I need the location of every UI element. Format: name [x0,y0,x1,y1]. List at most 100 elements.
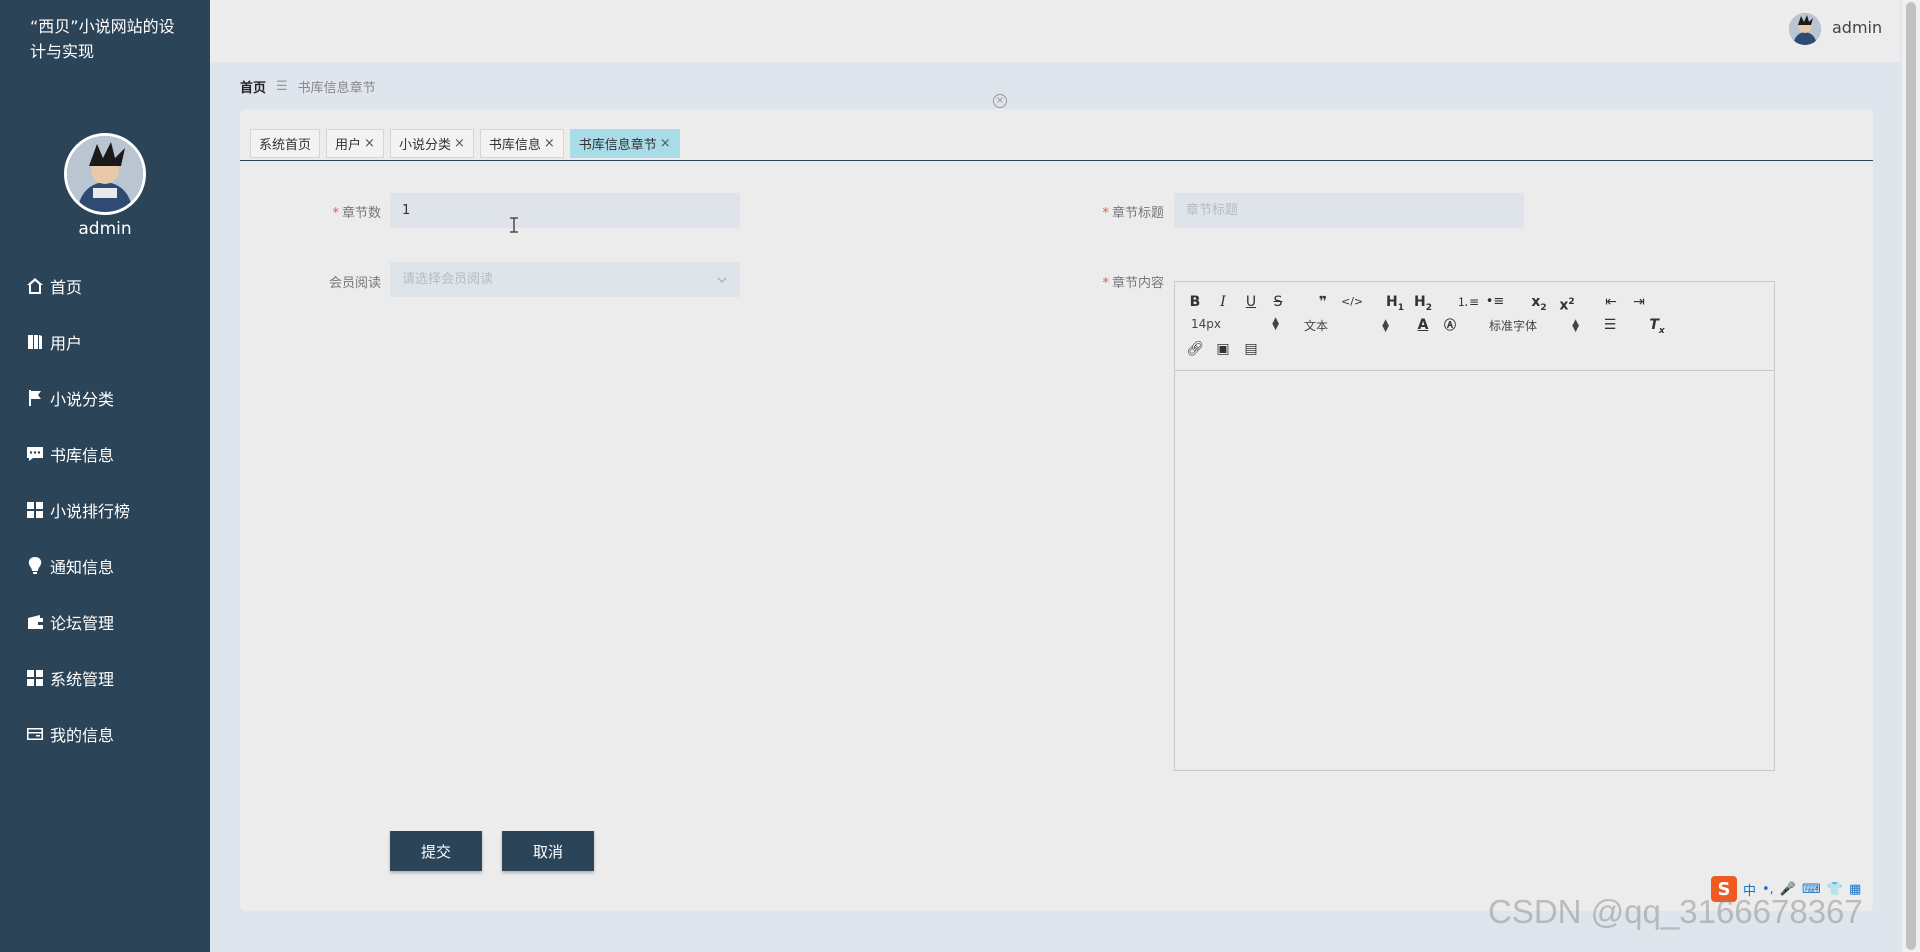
sidebar-item-label: 我的信息 [50,726,115,745]
strike-icon[interactable]: S [1268,293,1288,311]
code-icon[interactable]: </> [1341,293,1363,311]
member-read-select[interactable]: 请选择会员阅读 [390,262,740,297]
tab-label: 书库信息 [488,138,541,153]
chevron-down-icon[interactable] [716,274,728,286]
flag-icon [24,387,46,409]
sidebar-item-ranking[interactable]: 小说排行榜 [0,482,210,538]
quote-icon[interactable]: ❞ [1313,293,1333,311]
tab-library-chapters[interactable]: 书库信息章节 × [569,129,680,158]
sidebar: “西贝”小说网站的设计与实现 admin 首页 用户 小说分类 书库信息 小说排… [0,0,210,952]
close-icon[interactable]: × [364,136,375,151]
updown-icon: ▲ ▼ [1572,317,1579,334]
breadcrumb-home[interactable]: 首页 [240,77,266,96]
grid-icon [24,499,46,521]
required-mark: * [332,206,339,221]
sidebar-item-profile[interactable]: 我的信息 [0,706,210,762]
sidebar-item-label: 用户 [50,334,83,353]
chapter-title-input[interactable]: 章节标题 [1174,193,1524,228]
page-scrollbar[interactable] [1902,0,1920,952]
tab-bar: 系统首页 用户 × 小说分类 × 书库信息 × 书库信息章节 × [250,129,680,159]
book-icon [24,331,46,353]
header-select[interactable]: 文本 ▲ ▼ [1304,317,1389,334]
card-icon [24,723,46,745]
close-icon[interactable]: × [544,136,555,151]
sidebar-item-system[interactable]: 系统管理 [0,650,210,706]
bold-icon[interactable]: B [1185,293,1205,311]
updown-icon: ▲ ▼ [1382,317,1389,334]
font-size-select[interactable]: 14px ▲ ▼ [1191,317,1279,332]
sidebar-item-label: 首页 [50,278,83,297]
image-icon[interactable]: ▣ [1213,340,1233,358]
sidebar-item-categories[interactable]: 小说分类 [0,370,210,426]
chat-icon [24,443,46,465]
tab-label: 系统首页 [259,138,312,153]
clear-format-icon[interactable]: Tx [1647,316,1667,340]
video-icon[interactable]: ▤ [1241,340,1261,358]
tab-users[interactable]: 用户 × [326,129,384,158]
h2-icon[interactable]: H2 [1413,293,1433,317]
watermark: CSDN @qq_3166678367 [1488,893,1863,930]
close-icon[interactable]: × [660,136,671,151]
required-mark: * [1102,206,1109,221]
member-read-label: 会员阅读 [328,276,381,291]
sidebar-username: admin [78,219,132,239]
tab-system-home[interactable]: 系统首页 [250,129,321,158]
subscript-icon[interactable]: x2 [1529,293,1549,317]
close-icon[interactable]: × [454,136,465,151]
bulb-icon [24,555,46,577]
sidebar-avatar[interactable] [64,133,146,215]
top-username[interactable]: admin [1832,18,1882,37]
editor-content-area[interactable] [1175,371,1774,770]
wallet-icon [24,611,46,633]
tab-label: 书库信息章节 [578,138,657,153]
top-bar: admin [210,0,1900,62]
sidebar-item-label: 论坛管理 [50,614,115,633]
link-icon[interactable]: 🔗︎ [1185,340,1205,358]
chapter-num-input[interactable]: 1 [390,193,740,228]
tab-library[interactable]: 书库信息 × [479,129,564,158]
grid-icon [24,667,46,689]
home-icon [24,275,46,297]
tab-label: 用户 [335,138,362,153]
font-family-select[interactable]: 标准字体 ▲ ▼ [1489,317,1579,334]
font-color-icon[interactable]: A [1413,316,1433,334]
cancel-button[interactable]: 取消 [502,831,594,871]
sidebar-item-label: 书库信息 [50,446,115,465]
sidebar-item-forum[interactable]: 论坛管理 [0,594,210,650]
top-avatar[interactable] [1789,13,1821,45]
clear-icon[interactable]: × [993,94,1007,108]
sidebar-item-label: 系统管理 [50,670,115,689]
breadcrumb-separator-icon: ☰ [276,79,288,94]
ordered-list-icon[interactable]: ⒈≡ [1457,293,1479,311]
superscript-icon[interactable]: x2 [1557,293,1577,315]
bullet-list-icon[interactable]: •≡ [1485,293,1505,311]
site-title: “西贝”小说网站的设计与实现 [30,17,175,61]
sidebar-item-label: 小说排行榜 [50,502,131,521]
sidebar-item-label: 小说分类 [50,390,115,409]
chapter-title-label: * 章节标题 [1102,206,1164,221]
breadcrumb: 首页 ☰ 书库信息章节 [240,77,376,96]
outdent-icon[interactable]: ⇤ [1601,293,1621,311]
submit-button[interactable]: 提交 [390,831,482,871]
tab-label: 小说分类 [398,138,451,153]
italic-icon[interactable]: I [1213,293,1233,311]
sidebar-item-label: 通知信息 [50,558,115,577]
underline-icon[interactable]: U [1241,293,1261,311]
rich-text-editor: B I U S ❞ </> H1 H2 ⒈≡ •≡ x2 x2 ⇤ ⇥ 14px… [1174,281,1775,771]
scrollbar-thumb[interactable] [1906,2,1916,950]
chapter-num-label: * 章节数 [332,206,381,221]
background-color-icon[interactable]: Ⓐ [1440,316,1460,334]
align-icon[interactable]: ☰ [1600,316,1620,334]
sidebar-item-home[interactable]: 首页 [0,258,210,314]
chapter-content-label: * 章节内容 [1102,276,1164,291]
sidebar-item-notices[interactable]: 通知信息 [0,538,210,594]
h1-icon[interactable]: H1 [1385,293,1405,317]
breadcrumb-current: 书库信息章节 [297,81,376,96]
indent-icon[interactable]: ⇥ [1629,293,1649,311]
sidebar-menu: 首页 用户 小说分类 书库信息 小说排行榜 通知信息 论坛管理 系统管理 我的信… [0,258,210,762]
tab-divider [240,160,1873,161]
sidebar-item-users[interactable]: 用户 [0,314,210,370]
text-cursor-icon [510,217,518,233]
tab-categories[interactable]: 小说分类 × [389,129,474,158]
sidebar-item-library[interactable]: 书库信息 [0,426,210,482]
